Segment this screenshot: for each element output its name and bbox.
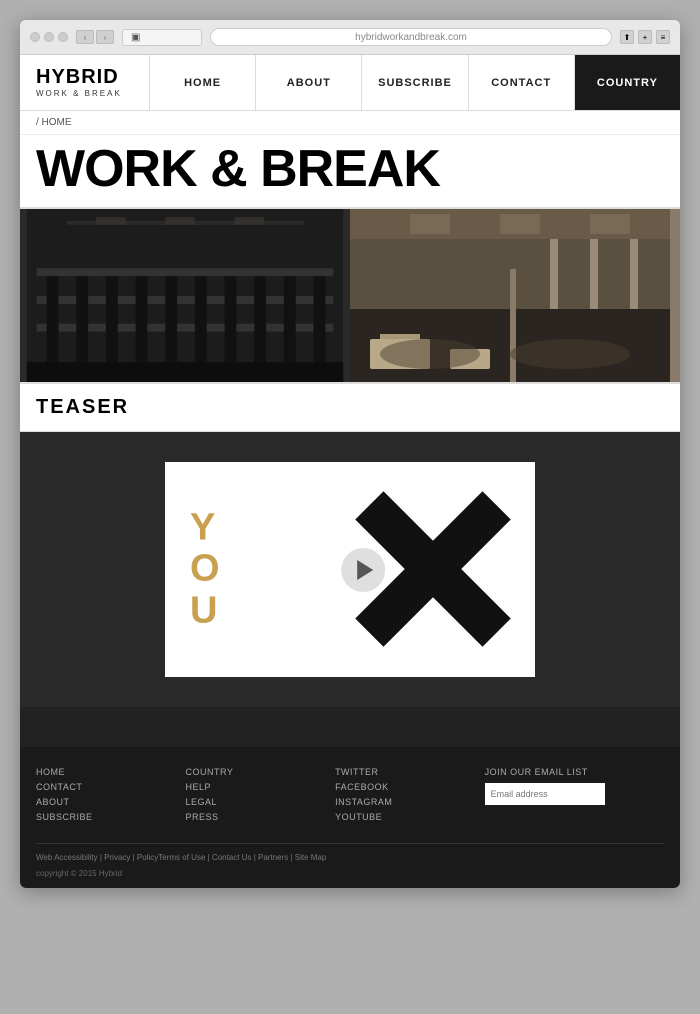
footer-link-country[interactable]: COUNTRY [186, 767, 336, 777]
page-title-section: WORK & BREAK [20, 135, 680, 209]
footer-link-instagram[interactable]: INSTAGRAM [335, 797, 485, 807]
page-title: WORK & BREAK [36, 143, 664, 195]
nav-country[interactable]: COUNTRY [575, 55, 680, 110]
footer-copyright: copyright © 2015 Hybrid [36, 869, 664, 878]
gallery-right-image [350, 209, 680, 382]
browser-navigation: ‹ › [76, 30, 114, 44]
address-bar[interactable]: hybridworkandbreak.com [210, 28, 612, 46]
play-button[interactable] [341, 548, 385, 592]
browser-chrome: ‹ › ▣ hybridworkandbreak.com ⬆ + ≡ [20, 20, 680, 55]
close-dot[interactable] [30, 32, 40, 42]
nav-subscribe[interactable]: SUBSCRIBE [362, 55, 468, 110]
footer-link-contact[interactable]: CONTACT [36, 782, 186, 792]
footer-link-press[interactable]: PRESS [186, 812, 336, 822]
letter-y: Y [190, 507, 220, 549]
nav-contact[interactable]: CONTACT [469, 55, 575, 110]
browser-window: ‹ › ▣ hybridworkandbreak.com ⬆ + ≡ HYBRI… [20, 20, 680, 888]
logo-area[interactable]: HYBRID WORK & BREAK [20, 55, 150, 110]
footer-col-2: COUNTRY HELP LEGAL PRESS [186, 767, 336, 827]
site-header: HYBRID WORK & BREAK HOME ABOUT SUBSCRIBE… [20, 55, 680, 111]
browser-actions: ⬆ + ≡ [620, 30, 670, 44]
breadcrumb: / HOME [20, 111, 680, 135]
letter-o: O [190, 549, 220, 591]
nav-about[interactable]: ABOUT [256, 55, 362, 110]
teaser-title: TEASER [36, 396, 664, 419]
logo-subtitle: WORK & BREAK [36, 89, 133, 98]
footer-link-youtube[interactable]: YOUTUBE [335, 812, 485, 822]
email-input[interactable] [485, 783, 605, 805]
maximize-dot[interactable] [58, 32, 68, 42]
logo: HYBRID [36, 67, 133, 87]
teaser-section-header: TEASER [20, 384, 680, 432]
video-background: Y O U [165, 462, 535, 677]
more-button[interactable]: ≡ [656, 30, 670, 44]
video-section: Y O U [20, 432, 680, 707]
footer-columns: HOME CONTACT ABOUT SUBSCRIBE COUNTRY HEL… [36, 767, 664, 827]
forward-button[interactable]: › [96, 30, 114, 44]
footer-link-home[interactable]: HOME [36, 767, 186, 777]
bookmark-button[interactable]: + [638, 30, 652, 44]
image-gallery [20, 209, 680, 384]
minimize-dot[interactable] [44, 32, 54, 42]
nav-home[interactable]: HOME [150, 55, 256, 110]
letter-u: U [190, 590, 220, 632]
nav-menu: HOME ABOUT SUBSCRIBE CONTACT COUNTRY [150, 55, 680, 110]
footer-link-facebook[interactable]: FACEBOOK [335, 782, 485, 792]
site-footer: HOME CONTACT ABOUT SUBSCRIBE COUNTRY HEL… [20, 747, 680, 888]
footer-col-1: HOME CONTACT ABOUT SUBSCRIBE [36, 767, 186, 827]
footer-link-legal[interactable]: LEGAL [186, 797, 336, 807]
address-text: hybridworkandbreak.com [355, 32, 467, 43]
tab-icon: ▣ [131, 32, 140, 43]
browser-tab[interactable]: ▣ [122, 29, 202, 46]
share-button[interactable]: ⬆ [620, 30, 634, 44]
footer-link-about[interactable]: ABOUT [36, 797, 186, 807]
gallery-left-image [20, 209, 350, 382]
footer-legal: Web Accessibility | Privacy | PolicyTerm… [36, 843, 664, 865]
footer-email-section: JOIN OUR EMAIL LIST [485, 767, 664, 827]
you-letters: Y O U [190, 507, 220, 632]
email-label: JOIN OUR EMAIL LIST [485, 767, 664, 777]
back-button[interactable]: ‹ [76, 30, 94, 44]
footer-link-help[interactable]: HELP [186, 782, 336, 792]
window-controls [30, 32, 68, 42]
footer-link-twitter[interactable]: TWITTER [335, 767, 485, 777]
footer-col-3: TWITTER FACEBOOK INSTAGRAM YOUTUBE [335, 767, 485, 827]
play-icon [357, 560, 373, 580]
website: HYBRID WORK & BREAK HOME ABOUT SUBSCRIBE… [20, 55, 680, 888]
dark-spacer [20, 707, 680, 747]
video-player[interactable]: Y O U [165, 462, 535, 677]
footer-link-subscribe[interactable]: SUBSCRIBE [36, 812, 186, 822]
